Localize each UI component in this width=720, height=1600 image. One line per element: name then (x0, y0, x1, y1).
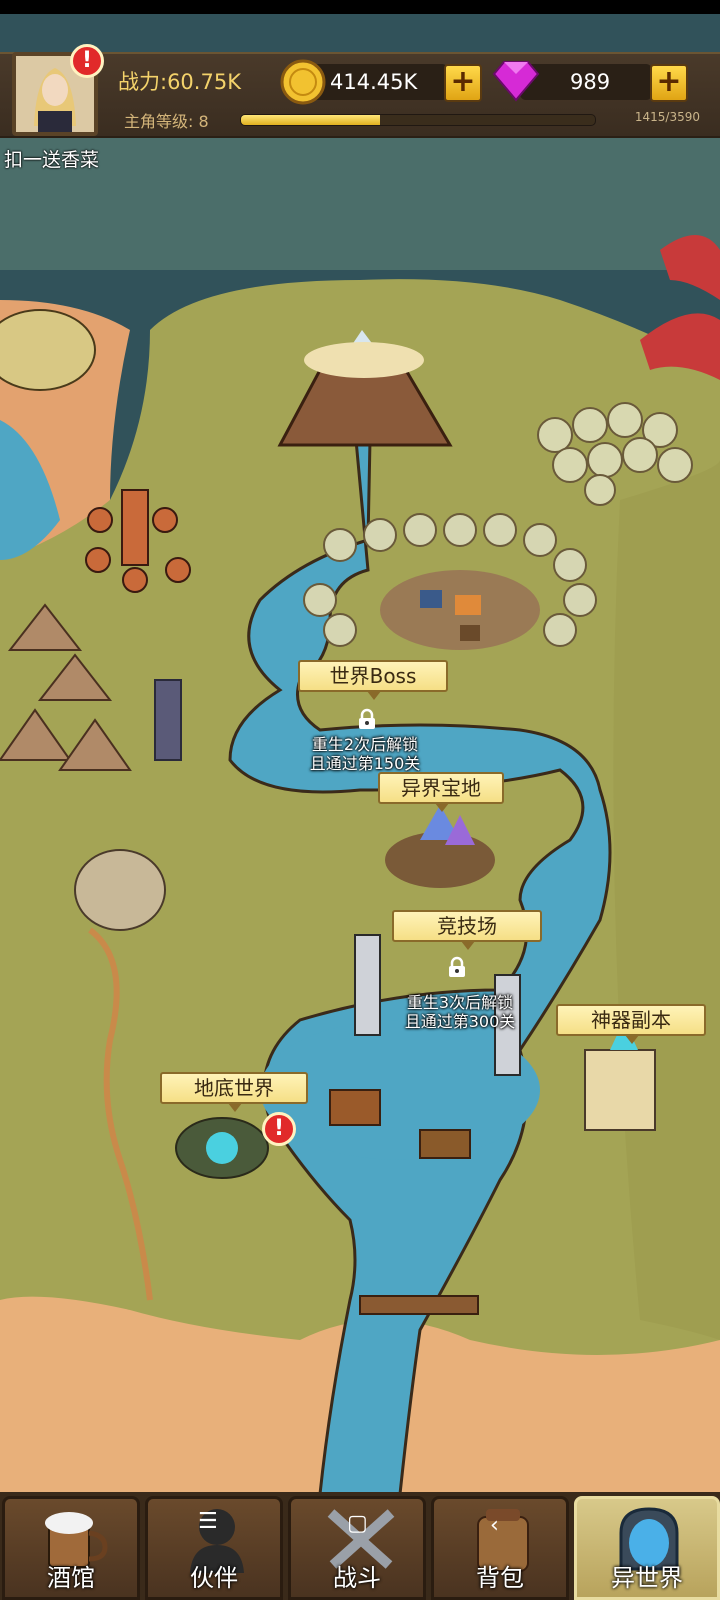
back-icon[interactable]: ‹ (490, 1513, 499, 1538)
underground-world-sign[interactable]: 地底世界 (160, 1072, 308, 1112)
menu-icon[interactable]: ☰ (198, 1509, 218, 1534)
nav-other-world-label: 异世界 (611, 1564, 683, 1592)
arena-sign[interactable]: 竞技场 (392, 910, 542, 950)
world-boss-sign[interactable]: 世界Boss (298, 660, 448, 700)
gem-icon (492, 61, 540, 102)
combat-power: 战力:60.75K (118, 70, 241, 94)
artifact-dungeon-sign[interactable]: 神器副本 (556, 1004, 706, 1044)
xp-fill (241, 115, 381, 125)
home-icon[interactable]: ▢ (347, 1511, 368, 1536)
nav-partners[interactable]: 伙伴 ☰ (145, 1496, 283, 1600)
world-boss-lock-line2: 且通过第150关 (309, 754, 421, 773)
nav-other-world[interactable]: 异世界 (574, 1496, 720, 1600)
nav-bag[interactable]: ‹ 背包 (431, 1496, 569, 1600)
arena-lock-line1: 重生3次后解锁 (406, 993, 514, 1012)
add-gems-button[interactable]: + (650, 64, 688, 102)
xp-progress-bar (240, 114, 596, 126)
gold-coin-icon (280, 59, 326, 105)
add-gold-button[interactable]: + (444, 64, 482, 102)
lock-icon (449, 956, 465, 977)
lock-icon (359, 708, 375, 729)
treasure-land-sign[interactable]: 异界宝地 (378, 772, 504, 812)
xp-text: 1415/3590 (634, 110, 700, 124)
underground-alert-icon: ! (262, 1112, 296, 1146)
world-boss-lock-text: 重生2次后解锁 且通过第150关 (290, 735, 440, 773)
avatar-alert-icon: ! (70, 44, 104, 78)
gem-amount: 989 (570, 70, 611, 94)
world-boss-lock-line1: 重生2次后解锁 (311, 735, 419, 754)
nav-battle-label: 战斗 (333, 1564, 381, 1592)
status-bar (0, 0, 720, 14)
arena-lock-line2: 且通过第300关 (404, 1012, 516, 1031)
player-level: 主角等级: 8 (124, 112, 209, 131)
nav-tavern[interactable]: 酒馆 (2, 1496, 140, 1600)
nav-partners-label: 伙伴 (190, 1564, 238, 1592)
nav-bag-label: 背包 (476, 1564, 524, 1592)
nav-battle[interactable]: ▢ 战斗 (288, 1496, 426, 1600)
nav-tavern-label: 酒馆 (47, 1564, 95, 1592)
gold-amount: 414.45K (330, 70, 418, 94)
arena-lock-text: 重生3次后解锁 且通过第300关 (382, 993, 538, 1031)
promo-text: 扣一送香菜 (4, 149, 100, 171)
